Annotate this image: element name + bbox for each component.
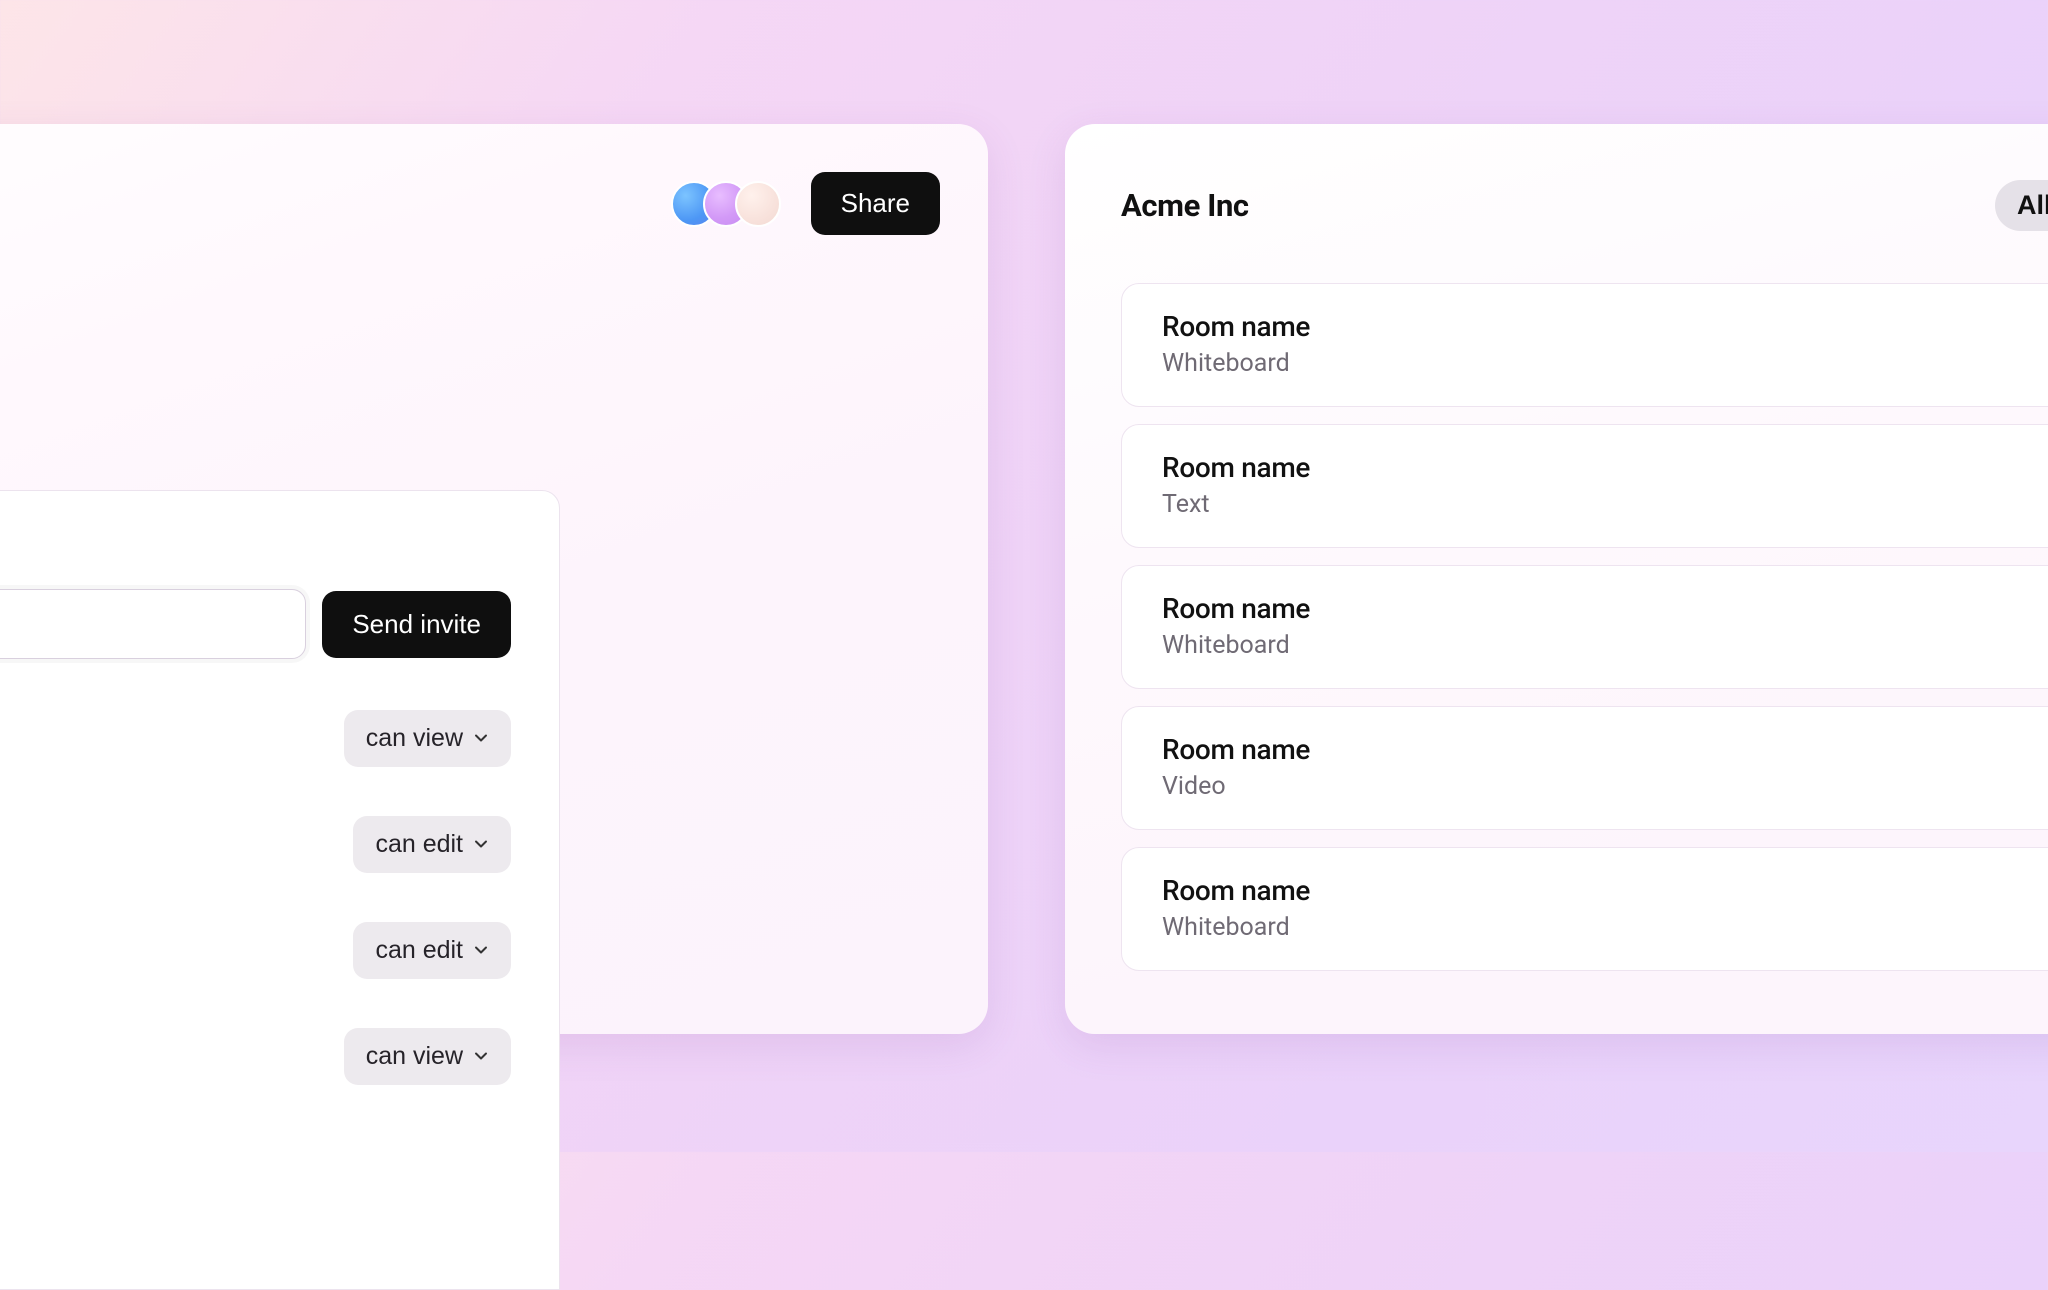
avatar <box>735 181 781 227</box>
room-list: Room name Whiteboard Room name Text Room… <box>1121 283 2048 971</box>
permission-select[interactable]: can view <box>344 710 511 767</box>
room-type: Whiteboard <box>1162 913 2048 942</box>
share-panel: Share Send invite Driessen acme.inc can … <box>0 124 988 1034</box>
rooms-header: Acme Inc All Whiteboard Video <box>1121 180 2048 231</box>
room-name: Room name <box>1162 874 2048 907</box>
chevron-down-icon <box>473 942 489 958</box>
workspace-title: Acme Inc <box>1121 187 1249 224</box>
room-type: Video <box>1162 772 2048 801</box>
permission-select[interactable]: can edit <box>353 922 511 979</box>
send-invite-button[interactable]: Send invite <box>322 591 511 658</box>
chevron-down-icon <box>473 1048 489 1064</box>
permission-label: can edit <box>375 830 463 859</box>
room-card[interactable]: Room name Whiteboard <box>1121 283 2048 407</box>
share-panel-header: Share <box>671 172 940 235</box>
permission-select[interactable]: can view <box>344 1028 511 1085</box>
room-card[interactable]: Room name Whiteboard <box>1121 565 2048 689</box>
member-row: ntharam me.inc can view <box>0 1023 511 1089</box>
room-name: Room name <box>1162 733 2048 766</box>
rooms-panel: Acme Inc All Whiteboard Video Room name … <box>1065 124 2048 1034</box>
permission-label: can view <box>366 1042 463 1071</box>
chevron-down-icon <box>473 836 489 852</box>
room-type: Whiteboard <box>1162 631 2048 660</box>
share-button[interactable]: Share <box>811 172 940 235</box>
permission-label: can edit <box>375 936 463 965</box>
invite-dialog: Send invite Driessen acme.inc can view <box>0 490 560 1290</box>
member-row: oucherot cme.inc can edit <box>0 811 511 877</box>
member-list: Driessen acme.inc can view oucherot cme.… <box>0 705 511 1089</box>
room-name: Room name <box>1162 592 2048 625</box>
invite-row: Send invite <box>0 589 511 659</box>
rooms-filter-tabs: All Whiteboard Video <box>1995 180 2048 231</box>
room-type: Text <box>1162 490 2048 519</box>
permission-label: can view <box>366 724 463 753</box>
member-row: Driessen acme.inc can view <box>0 705 511 771</box>
invite-email-input[interactable] <box>0 589 306 659</box>
room-name: Room name <box>1162 310 2048 343</box>
tab-all[interactable]: All <box>1995 180 2048 231</box>
chevron-down-icon <box>473 730 489 746</box>
presence-avatars <box>671 181 781 227</box>
permission-select[interactable]: can edit <box>353 816 511 873</box>
room-card[interactable]: Room name Whiteboard <box>1121 847 2048 971</box>
room-card[interactable]: Room name Video <box>1121 706 2048 830</box>
room-type: Whiteboard <box>1162 349 2048 378</box>
room-card[interactable]: Room name Text <box>1121 424 2048 548</box>
room-name: Room name <box>1162 451 2048 484</box>
member-row: nriquez me.inc can edit <box>0 917 511 983</box>
